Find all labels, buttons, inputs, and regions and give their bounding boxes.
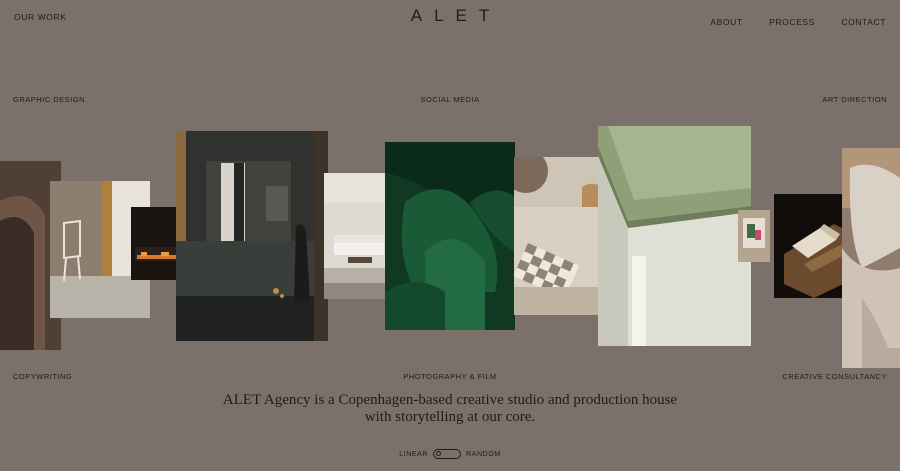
small-frame-photo — [738, 210, 770, 262]
agency-tagline: ALET Agency is a Copenhagen-based creati… — [0, 392, 900, 426]
dark-kitchen-photo — [176, 131, 328, 341]
linear-label[interactable]: LINEAR — [399, 451, 428, 458]
gallery-image-sofa-room[interactable] — [324, 173, 388, 299]
service-creative-consultancy[interactable]: CREATIVE CONSULTANCY — [782, 372, 887, 381]
gallery-image-sculpture[interactable] — [842, 148, 900, 368]
service-photography-film[interactable]: PHOTOGRAPHY & FILM — [0, 372, 900, 381]
gallery-image-small-frame[interactable] — [738, 210, 770, 262]
gallery-image-green-sofa[interactable] — [385, 142, 515, 330]
random-label[interactable]: RANDOM — [466, 451, 501, 458]
layout-switch[interactable] — [433, 449, 462, 459]
gallery-image-sage-corner[interactable] — [598, 126, 751, 346]
service-art-direction[interactable]: ART DIRECTION — [822, 95, 887, 104]
tagline-line-1: ALET Agency is a Copenhagen-based creati… — [222, 392, 678, 408]
nav-about-link[interactable]: ABOUT — [710, 17, 742, 27]
sculpture-photo — [842, 148, 900, 368]
gallery-image-dark-kitchen[interactable] — [176, 131, 328, 341]
tagline-line-2: with storytelling at our core. — [364, 409, 536, 425]
switch-knob-icon — [436, 451, 442, 456]
nav-process-link[interactable]: PROCESS — [769, 17, 815, 27]
green-sofa-photo — [385, 142, 515, 330]
sage-corner-photo — [598, 126, 751, 346]
sofa-room-photo — [324, 173, 388, 299]
nav-contact-link[interactable]: CONTACT — [841, 17, 886, 27]
main-nav: ABOUT PROCESS CONTACT — [688, 12, 886, 30]
layout-toggle: LINEAR RANDOM — [0, 449, 900, 459]
service-social-media[interactable]: SOCIAL MEDIA — [0, 95, 900, 104]
